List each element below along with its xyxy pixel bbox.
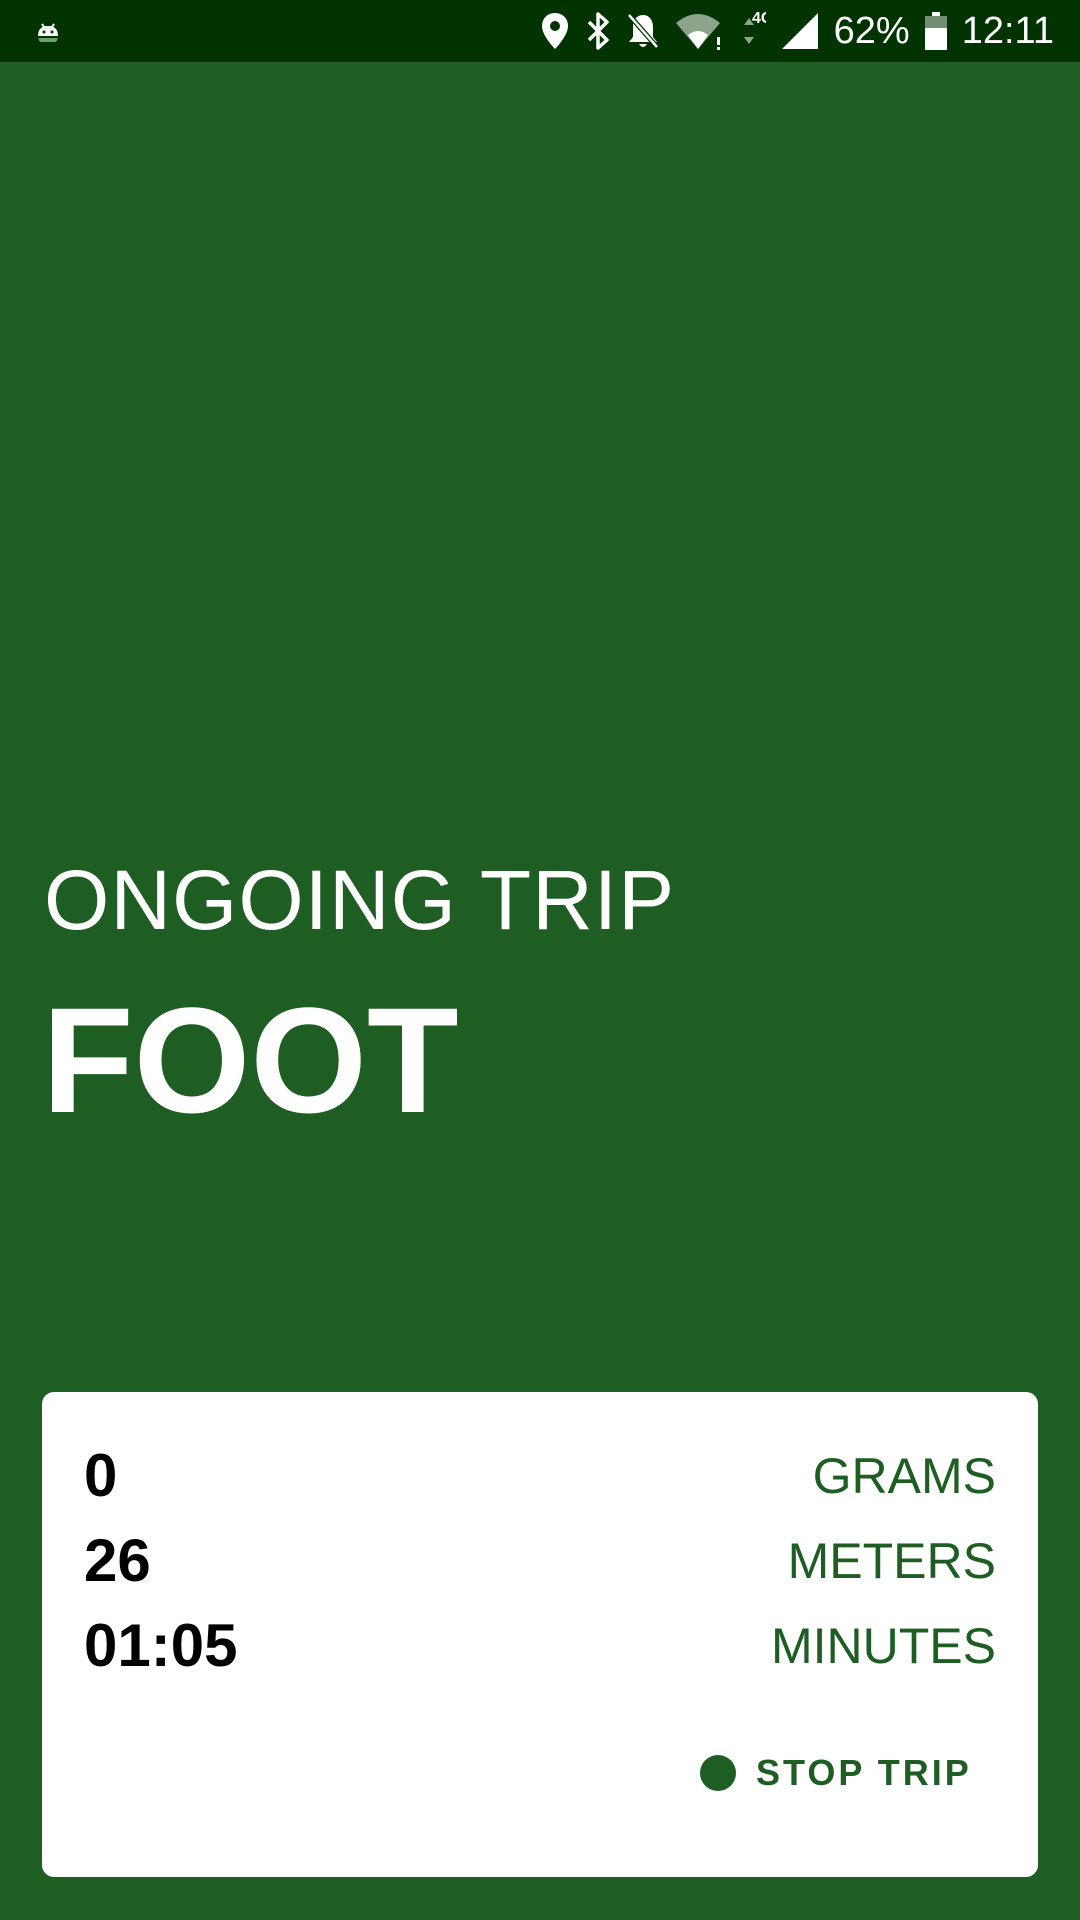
minutes-value: 01:05 [84, 1612, 238, 1679]
network-type: 4G [752, 11, 766, 27]
status-icons: 4G 62% 12:11 [540, 0, 1054, 62]
android-icon [34, 18, 62, 46]
meters-value: 26 [84, 1527, 151, 1594]
battery-percent: 62% [833, 10, 910, 52]
grams-value: 0 [84, 1442, 118, 1509]
stop-trip-button[interactable]: STOP TRIP [700, 1744, 972, 1802]
stop-dot-icon [700, 1755, 736, 1791]
wifi-icon [674, 11, 726, 51]
status-bar: 4G 62% 12:11 [0, 0, 1080, 62]
location-icon [540, 11, 570, 51]
stat-row-meters: 26 METERS [84, 1521, 996, 1601]
meters-unit: METERS [787, 1533, 996, 1589]
stat-row-minutes: 01:05 MINUTES [84, 1606, 996, 1686]
bluetooth-icon [584, 11, 612, 51]
signal-icon [780, 11, 820, 51]
trip-status-label: ONGOING TRIP [44, 853, 676, 947]
stop-trip-label: STOP TRIP [756, 1752, 972, 1793]
grams-unit: GRAMS [812, 1448, 996, 1504]
minutes-unit: MINUTES [771, 1618, 996, 1674]
trip-mode-title: FOOT [42, 976, 459, 1144]
data-arrows-icon: 4G [740, 11, 766, 51]
stat-row-grams: 0 GRAMS [84, 1436, 996, 1516]
battery-icon [924, 11, 948, 51]
clock: 12:11 [961, 10, 1054, 52]
bell-off-icon [626, 11, 660, 51]
